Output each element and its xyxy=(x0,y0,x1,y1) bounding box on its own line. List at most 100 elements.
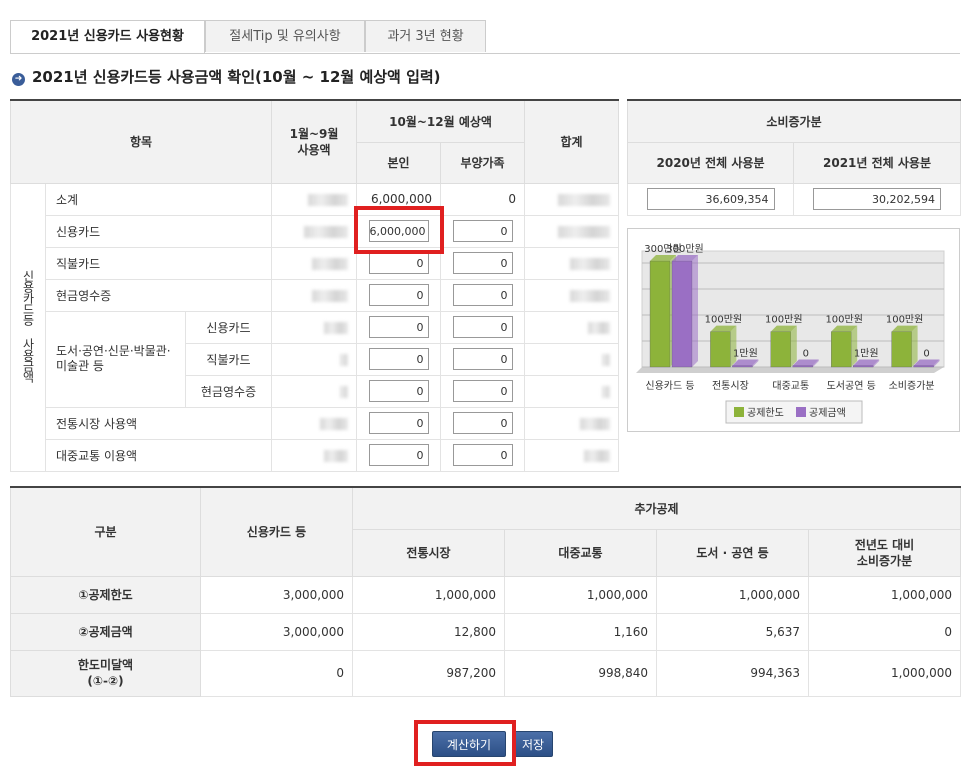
blurred-value xyxy=(588,321,611,334)
chart-legend-label: 공제한도 xyxy=(747,407,784,419)
dependent-cell: 0 xyxy=(440,374,526,408)
culture-credit-self-input[interactable]: 0 xyxy=(368,316,429,338)
value-2021-input[interactable]: 30,202,594 xyxy=(813,188,941,210)
chart-bar xyxy=(913,365,934,368)
chart-category-label: 전통시장 xyxy=(712,380,749,392)
calculate-button[interactable]: 계산하기 xyxy=(432,731,506,757)
chart-bar xyxy=(671,260,693,368)
group-label: 신용카드등 사용금액 xyxy=(21,269,35,382)
dependent-cell: 0 xyxy=(440,246,526,280)
blurred-value xyxy=(304,225,349,238)
header-culture: 도서 · 공연 등 xyxy=(656,528,809,577)
blurred-value xyxy=(312,257,349,270)
tab-tax-tips[interactable]: 절세Tip 및 유의사항 xyxy=(205,20,365,52)
subtotal-self: 6,000,000 xyxy=(356,182,442,216)
chart-data-label: 100만원 xyxy=(825,314,863,326)
culture-debit-self-input[interactable]: 0 xyxy=(368,348,429,370)
header-additional: 추가공제 xyxy=(351,486,962,530)
dependent-cell: 0 xyxy=(440,214,526,248)
jan-sep-value xyxy=(271,342,358,376)
row-label: 직불카드 xyxy=(184,342,273,376)
row-limit-label: ①공제한도 xyxy=(10,575,201,614)
culture-credit-dependent-input[interactable]: 0 xyxy=(452,316,513,338)
self-cell: 0 xyxy=(356,342,442,376)
chart-data-label: 1만원 xyxy=(733,348,758,360)
chart-legend-swatch xyxy=(796,407,806,417)
table-cell: 5,637 xyxy=(656,612,809,651)
jan-sep-value xyxy=(271,182,358,216)
cash-receipt-dependent-input[interactable]: 0 xyxy=(452,284,513,306)
chart-category-label: 도서공연 등 xyxy=(827,380,876,392)
chart-bar xyxy=(649,260,671,368)
header-market: 전통시장 xyxy=(352,528,505,577)
table-cell: 0 xyxy=(200,649,353,697)
credit-card-self-input[interactable]: 6,000,000 xyxy=(368,220,429,242)
self-cell: 0 xyxy=(356,438,442,472)
chart-bar xyxy=(853,365,874,368)
chart-bar xyxy=(770,331,791,368)
cash-receipt-self-input[interactable]: 0 xyxy=(368,284,429,306)
culture-cash-self-input[interactable]: 0 xyxy=(368,380,429,402)
blurred-value xyxy=(580,417,611,430)
save-button[interactable]: 저장 xyxy=(513,731,553,757)
transit-self-input[interactable]: 0 xyxy=(368,444,429,466)
chart-data-label: 100만원 xyxy=(705,314,743,326)
debit-card-self-input[interactable]: 0 xyxy=(368,252,429,274)
chart-data-label: 0 xyxy=(923,349,929,360)
header-self: 본인 xyxy=(356,141,442,184)
value-2020-cell: 36,609,354 xyxy=(627,182,794,216)
header-item: 항목 xyxy=(9,99,273,184)
culture-cash-dependent-input[interactable]: 0 xyxy=(452,380,513,402)
total-value xyxy=(524,374,620,408)
blurred-value xyxy=(324,321,349,334)
self-cell: 0 xyxy=(356,310,442,344)
value-2021-cell: 30,202,594 xyxy=(792,182,962,216)
row-label: 현금영수증 xyxy=(184,374,273,408)
market-self-input[interactable]: 0 xyxy=(368,412,429,434)
debit-card-dependent-input[interactable]: 0 xyxy=(452,252,513,274)
tab-divider xyxy=(10,53,960,54)
chart-floor xyxy=(636,367,944,373)
header-credit: 신용카드 등 xyxy=(200,486,353,577)
subtotal-dependent: 0 xyxy=(440,182,526,216)
blurred-value xyxy=(602,353,611,366)
total-value xyxy=(524,214,620,248)
chart-bar xyxy=(732,365,753,368)
table-cell: 994,363 xyxy=(656,649,809,697)
chart-bar xyxy=(710,331,731,368)
table-cell: 1,000,000 xyxy=(504,575,657,614)
chart-data-label: 300만원 xyxy=(666,243,704,255)
row-label: 신용카드 xyxy=(44,214,273,248)
market-dependent-input[interactable]: 0 xyxy=(452,412,513,434)
jan-sep-value xyxy=(271,246,358,280)
chart-legend-swatch xyxy=(734,407,744,417)
chart-bar-side xyxy=(730,325,737,367)
row-label: 전통시장 사용액 xyxy=(44,406,273,440)
total-value xyxy=(524,246,620,280)
deduction-table: 구분 신용카드 등 추가공제 전통시장 대중교통 도서 · 공연 등 전년도 대… xyxy=(10,486,962,697)
culture-debit-dependent-input[interactable]: 0 xyxy=(452,348,513,370)
header-oct-dec: 10월~12월 예상액 xyxy=(356,99,526,143)
blurred-value xyxy=(312,289,349,302)
value-2020-input[interactable]: 36,609,354 xyxy=(646,188,775,210)
blurred-value xyxy=(584,449,611,462)
jan-sep-value xyxy=(271,278,358,312)
group-cell: 신용카드등 사용금액 xyxy=(10,182,46,472)
self-cell: 0 xyxy=(356,246,442,280)
tab-past-3-years[interactable]: 과거 3년 현황 xyxy=(365,20,486,52)
transit-dependent-input[interactable]: 0 xyxy=(452,444,513,466)
jan-sep-value xyxy=(271,310,358,344)
total-value xyxy=(524,342,620,376)
consumption-table: 소비증가분 2020년 전체 사용분 2021년 전체 사용분 36,609,3… xyxy=(626,99,962,216)
dependent-cell: 0 xyxy=(440,310,526,344)
header-2020: 2020년 전체 사용분 xyxy=(627,141,794,184)
total-value xyxy=(524,406,620,440)
credit-card-dependent-input[interactable]: 0 xyxy=(452,220,513,242)
jan-sep-value xyxy=(271,374,358,408)
tab-2021-usage[interactable]: 2021년 신용카드 사용현황 xyxy=(10,20,205,54)
chart-bar-side xyxy=(790,325,797,367)
blurred-value xyxy=(570,257,611,270)
usage-table: 항목 1월~9월 사용액 10월~12월 예상액 합계 본인 부양가족 신용카드… xyxy=(9,99,620,472)
header-2021: 2021년 전체 사용분 xyxy=(792,141,962,184)
blurred-value xyxy=(340,353,349,366)
